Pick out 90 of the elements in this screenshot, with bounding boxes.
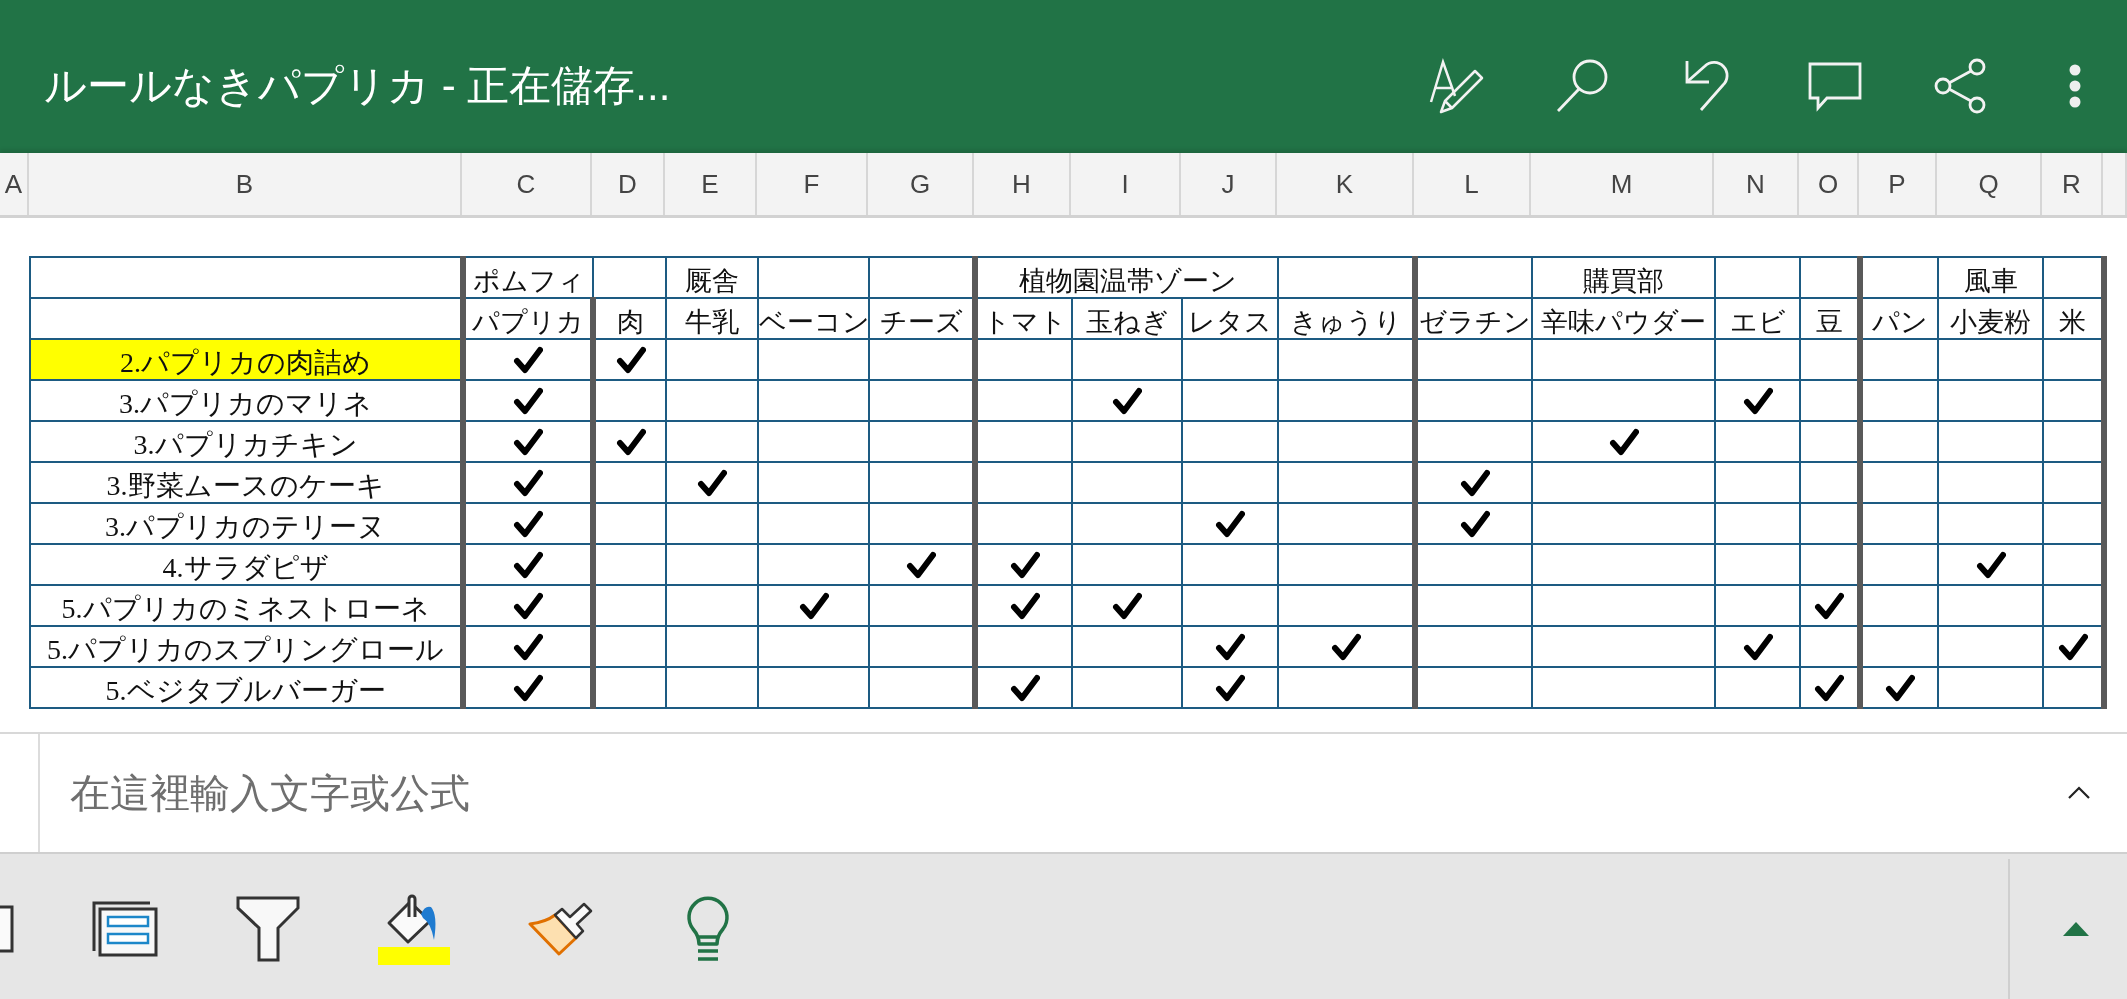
check-icon xyxy=(513,427,543,456)
column-letter[interactable]: I xyxy=(1071,153,1181,215)
window-title: ルールなきパプリカ - 正在儲存... xyxy=(44,60,671,111)
check-icon xyxy=(798,591,829,620)
ingredient-header: パプリカ xyxy=(463,298,593,339)
row-label: 5.パプリカのスプリングロール xyxy=(30,626,463,667)
ingredient-header: ゼラチン xyxy=(1415,298,1532,339)
column-letter[interactable]: R xyxy=(2042,153,2103,215)
check-icon xyxy=(1885,673,1915,702)
column-letter[interactable]: C xyxy=(462,153,592,215)
ingredient-header: 牛乳 xyxy=(666,298,758,339)
ingredient-header: ベーコン xyxy=(758,298,869,339)
row-label: 2.パプリカの肉詰め xyxy=(30,339,463,380)
group-header: 購買部 xyxy=(1532,257,1715,298)
ingredient-header: パン xyxy=(1860,298,1938,339)
row-label: 5.パプリカのミネストローネ xyxy=(30,585,463,626)
row-label: 3.野菜ムースのケーキ xyxy=(30,462,463,503)
funnel-icon[interactable] xyxy=(236,895,300,962)
ingredient-header: 小麦粉 xyxy=(1938,298,2043,339)
ingredient-header: エビ xyxy=(1715,298,1800,339)
check-icon xyxy=(1742,632,1773,661)
check-icon xyxy=(513,386,543,415)
more-icon[interactable] xyxy=(2069,63,2081,108)
check-icon xyxy=(513,550,543,579)
check-icon xyxy=(1112,386,1142,415)
row-label: 3.パプリカチキン xyxy=(30,421,463,462)
triangle-up-icon[interactable] xyxy=(2063,921,2089,936)
column-letter[interactable]: H xyxy=(974,153,1071,215)
check-icon xyxy=(513,673,543,702)
ingredient-header: レタス xyxy=(1182,298,1278,339)
stacked-panels-icon[interactable] xyxy=(92,900,158,957)
check-icon xyxy=(1215,673,1245,702)
check-icon xyxy=(513,468,543,497)
check-icon xyxy=(906,550,936,579)
check-icon xyxy=(1215,632,1245,661)
check-icon xyxy=(1459,509,1490,538)
column-letter[interactable]: M xyxy=(1531,153,1714,215)
column-letter[interactable]: N xyxy=(1714,153,1799,215)
column-letter[interactable]: E xyxy=(665,153,757,215)
brush-icon[interactable] xyxy=(528,901,594,956)
column-letter[interactable]: O xyxy=(1799,153,1859,215)
lightbulb-icon[interactable] xyxy=(685,895,731,962)
check-icon xyxy=(1009,673,1040,702)
check-icon xyxy=(615,345,646,374)
column-letter[interactable]: Q xyxy=(1937,153,2042,215)
ingredient-header: 肉 xyxy=(593,298,666,339)
frame-icon[interactable] xyxy=(0,904,14,953)
column-letter[interactable]: P xyxy=(1859,153,1937,215)
check-icon xyxy=(1330,632,1361,661)
text-pencil-icon[interactable] xyxy=(1429,57,1485,114)
group-header: 植物園温帯ゾーン xyxy=(975,257,1278,298)
check-icon xyxy=(615,427,646,456)
check-icon xyxy=(2057,632,2088,661)
column-letter[interactable]: K xyxy=(1277,153,1414,215)
check-icon xyxy=(513,591,543,620)
ingredient-header: 米 xyxy=(2043,298,2104,339)
check-icon xyxy=(1608,427,1639,456)
row-label: 5.ベジタブルバーガー xyxy=(30,667,463,708)
check-icon xyxy=(1742,386,1773,415)
column-letter[interactable]: B xyxy=(29,153,462,215)
formula-input[interactable]: 在這裡輸入文字或公式 xyxy=(40,753,2047,833)
ingredient-header: トマト xyxy=(975,298,1072,339)
column-letter[interactable]: L xyxy=(1414,153,1531,215)
column-letter[interactable]: G xyxy=(868,153,974,215)
check-icon xyxy=(1459,468,1490,497)
check-icon xyxy=(1814,673,1844,702)
check-icon xyxy=(513,345,543,374)
row-label: 3.パプリカのテリーヌ xyxy=(30,503,463,544)
column-letter[interactable]: J xyxy=(1181,153,1277,215)
check-icon xyxy=(513,632,543,661)
column-letter[interactable]: A xyxy=(0,153,29,215)
check-icon xyxy=(1975,550,2006,579)
column-letter[interactable]: D xyxy=(592,153,665,215)
check-icon xyxy=(1814,591,1844,620)
group-header: 厩舎 xyxy=(666,257,758,298)
check-icon xyxy=(1009,550,1040,579)
group-header: 風車 xyxy=(1938,257,2043,298)
row-label: 3.パプリカのマリネ xyxy=(30,380,463,421)
check-icon xyxy=(1112,591,1142,620)
group-header: ポムフィ xyxy=(463,257,593,298)
check-icon xyxy=(513,509,543,538)
check-icon xyxy=(1009,591,1040,620)
paint-bucket-icon[interactable] xyxy=(378,892,450,965)
check-icon xyxy=(697,468,727,497)
check-icon xyxy=(1215,509,1245,538)
chevron-up-icon[interactable] xyxy=(2067,786,2091,800)
ingredient-header: 辛味パウダー xyxy=(1532,298,1715,339)
column-letter[interactable]: F xyxy=(757,153,868,215)
row-label: 4.サラダピザ xyxy=(30,544,463,585)
ingredient-header: 玉ねぎ xyxy=(1072,298,1182,339)
